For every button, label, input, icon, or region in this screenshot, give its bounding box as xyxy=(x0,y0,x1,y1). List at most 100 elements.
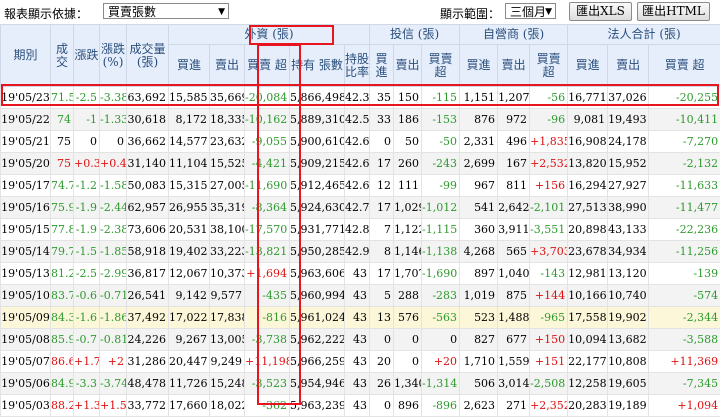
row-total-buy: 10,166 xyxy=(568,285,608,307)
row-foreign-ratio: 42.6 xyxy=(345,175,370,197)
export-xls-button[interactable]: 匯出XLS xyxy=(569,2,632,21)
row-date: 19'05/03 xyxy=(1,395,51,417)
row-trust-buy: 7 xyxy=(370,219,394,241)
row-dealer-buy: 2,623 xyxy=(460,395,498,417)
row-total-sell: 10,740 xyxy=(608,285,649,307)
row-trust-buy: 26 xyxy=(370,373,394,395)
row-date: 19'05/15 xyxy=(1,219,51,241)
display-basis-label: 報表顯示依據： xyxy=(4,5,88,22)
dropdown-arrow-icon: ▼ xyxy=(545,4,552,20)
row-foreign-net: -17,570 xyxy=(245,219,290,241)
export-html-button[interactable]: 匯出HTML xyxy=(637,2,710,21)
row-total-buy: 23,678 xyxy=(568,241,608,263)
row-trust-net: -283 xyxy=(422,285,460,307)
row-dealer-buy: 523 xyxy=(460,307,498,329)
row-total-sell: 13,120 xyxy=(608,263,649,285)
row-close: 81.2 xyxy=(51,263,74,285)
row-change: -0.7 xyxy=(74,329,100,351)
row-dealer-net: -2,101 xyxy=(530,197,568,219)
row-total-net: -20,255 xyxy=(649,87,720,109)
row-dealer-sell: 2,642 xyxy=(498,197,530,219)
row-change: -1 xyxy=(74,109,100,131)
col-foreign-buy: 買進 xyxy=(169,45,210,87)
row-dealer-buy: 541 xyxy=(460,197,498,219)
row-trust-sell: 1,707 xyxy=(394,263,422,285)
row-dealer-buy: 897 xyxy=(460,263,498,285)
row-foreign-ratio: 42.5 xyxy=(345,109,370,131)
row-volume: 36,662 xyxy=(127,131,169,153)
row-pct: -0.71 xyxy=(100,285,127,307)
row-dealer-sell: 811 xyxy=(498,175,530,197)
row-trust-buy: 20 xyxy=(370,351,394,373)
col-close: 成交 xyxy=(51,25,74,87)
row-foreign-ratio: 43 xyxy=(345,329,370,351)
row-foreign-sell: 18,022 xyxy=(210,395,245,417)
row-total-buy: 17,558 xyxy=(568,307,608,329)
table-body: 19'05/2371.5-2.5-3.3863,69215,58535,669-… xyxy=(1,87,720,417)
row-trust-net: -1,012 xyxy=(422,197,460,219)
row-dealer-sell: 1,040 xyxy=(498,263,530,285)
row-foreign-ratio: 42.3 xyxy=(345,87,370,109)
row-foreign-ratio: 43 xyxy=(345,263,370,285)
row-dealer-buy: 506 xyxy=(460,373,498,395)
col-total-sell: 賣出 xyxy=(608,45,649,87)
row-total-buy: 16,771 xyxy=(568,87,608,109)
row-volume: 37,492 xyxy=(127,307,169,329)
row-foreign-net: -4,421 xyxy=(245,153,290,175)
row-foreign-buy: 9,267 xyxy=(169,329,210,351)
row-foreign-buy: 9,142 xyxy=(169,285,210,307)
row-foreign-sell: 18,335 xyxy=(210,109,245,131)
row-change: -1.9 xyxy=(74,219,100,241)
row-pct: -3.38 xyxy=(100,87,127,109)
row-foreign-sell: 15,248 xyxy=(210,373,245,395)
row-dealer-net: -2,508 xyxy=(530,373,568,395)
row-total-buy: 20,283 xyxy=(568,395,608,417)
row-close: 83.7 xyxy=(51,285,74,307)
row-pct: -0.81 xyxy=(100,329,127,351)
row-foreign-ratio: 42.7 xyxy=(345,197,370,219)
row-trust-sell: 896 xyxy=(394,395,422,417)
range-value: 三個月 xyxy=(510,5,546,19)
row-total-net: -7,270 xyxy=(649,131,720,153)
row-trust-sell: 0 xyxy=(394,351,422,373)
row-close: 85.9 xyxy=(51,329,74,351)
col-foreign-sell: 賣出 xyxy=(210,45,245,87)
range-select[interactable]: 三個月 ▼ xyxy=(505,3,556,19)
row-total-buy: 13,820 xyxy=(568,153,608,175)
row-dealer-net: -96 xyxy=(530,109,568,131)
row-change: +1.7 xyxy=(74,351,100,373)
table-row: 19'05/0388.2+1.3+1.533,77217,66018,022-3… xyxy=(1,395,720,417)
row-foreign-buy: 19,402 xyxy=(169,241,210,263)
row-date: 19'05/21 xyxy=(1,131,51,153)
row-foreign-holding: 5,966,259 xyxy=(290,351,345,373)
row-date: 19'05/16 xyxy=(1,197,51,219)
row-foreign-net: -11,690 xyxy=(245,175,290,197)
display-basis-select[interactable]: 買賣張數 ▼ xyxy=(103,3,229,19)
row-foreign-net: -9,055 xyxy=(245,131,290,153)
row-trust-buy: 0 xyxy=(370,329,394,351)
row-close: 74.7 xyxy=(51,175,74,197)
row-foreign-holding: 5,962,222 xyxy=(290,329,345,351)
row-trust-buy: 8 xyxy=(370,241,394,263)
row-foreign-net: +1,694 xyxy=(245,263,290,285)
row-dealer-buy: 827 xyxy=(460,329,498,351)
row-trust-net: -99 xyxy=(422,175,460,197)
row-trust-sell: 111 xyxy=(394,175,422,197)
table-row: 19'05/0885.9-0.7-0.8124,2269,26713,005-3… xyxy=(1,329,720,351)
row-dealer-sell: 875 xyxy=(498,285,530,307)
row-trust-buy: 13 xyxy=(370,307,394,329)
row-foreign-holding: 5,960,994 xyxy=(290,285,345,307)
row-trust-sell: 150 xyxy=(394,87,422,109)
row-total-sell: 19,189 xyxy=(608,395,649,417)
row-foreign-holding: 5,866,498 xyxy=(290,87,345,109)
row-trust-net: -153 xyxy=(422,109,460,131)
row-change: -2.5 xyxy=(74,87,100,109)
row-volume: 62,957 xyxy=(127,197,169,219)
row-date: 19'05/08 xyxy=(1,329,51,351)
col-dealer-sell: 賣出 xyxy=(498,45,530,87)
row-total-buy: 22,177 xyxy=(568,351,608,373)
row-dealer-net: +2,532 xyxy=(530,153,568,175)
row-dealer-net: -965 xyxy=(530,307,568,329)
table-row: 19'05/1774.7-1.2-1.5850,08315,31527,005-… xyxy=(1,175,720,197)
col-trust-net: 買賣 超 xyxy=(422,45,460,87)
